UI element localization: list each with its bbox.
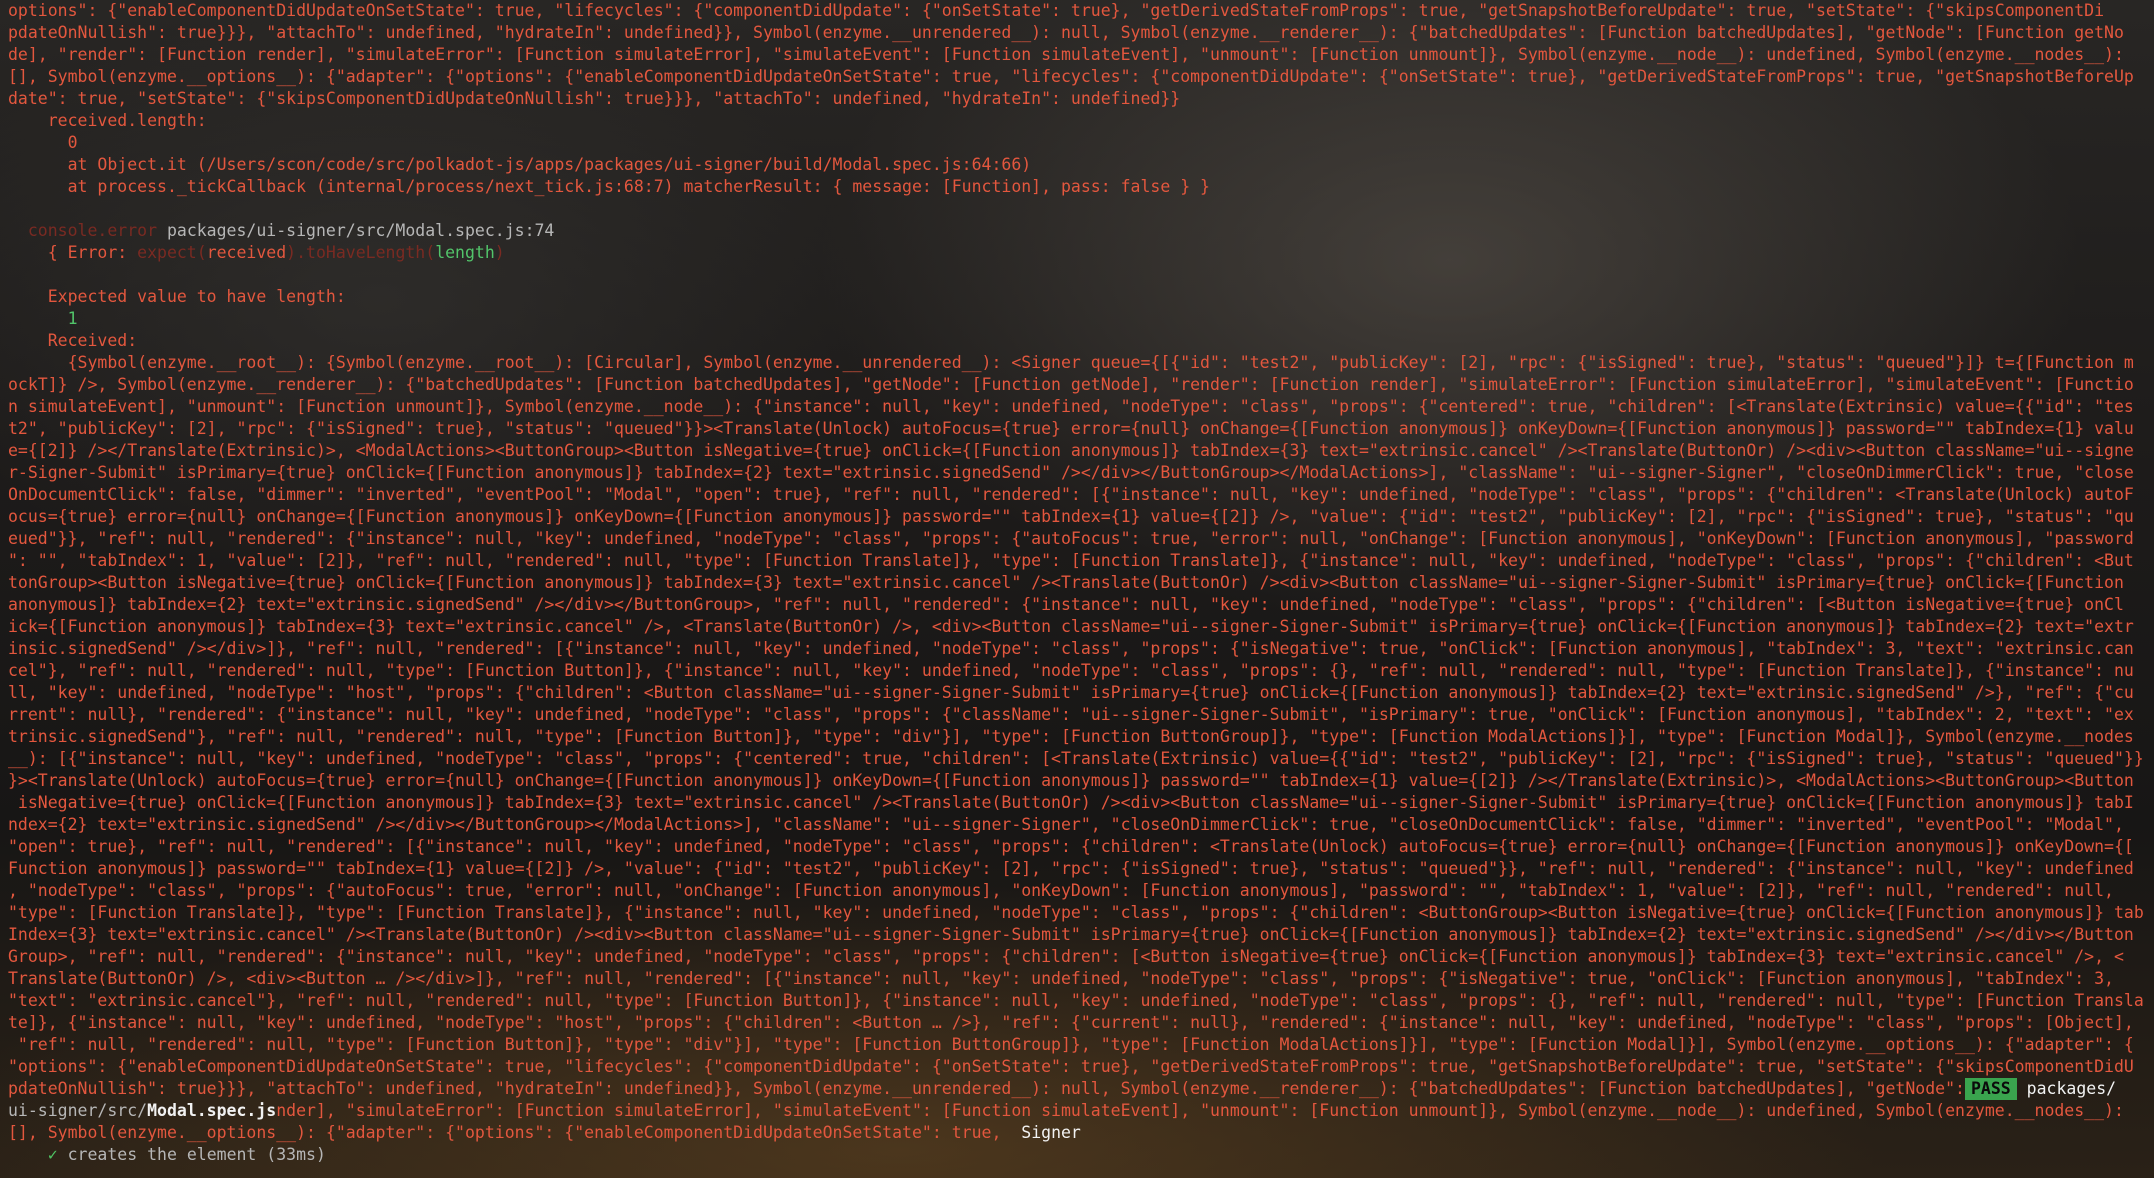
terminal-line: insic.signedSend" /></div>]}, "ref": nul… <box>8 639 2134 658</box>
terminal-line: e={[2]} /></Translate(Extrinsic)>, <Moda… <box>8 441 2134 460</box>
error-length: length <box>435 243 495 262</box>
terminal-line: de], "render": [Function render], "simul… <box>8 45 2124 64</box>
error-expect: expect( <box>137 243 207 262</box>
terminal-line: __): [{"instance": null, "key": undefine… <box>8 749 2144 768</box>
terminal-line: ": "", "tabIndex": 1, "value": [2]}, "re… <box>8 551 2134 570</box>
terminal-line: Group>, "ref": null, "rendered": {"insta… <box>8 947 2124 966</box>
test-result-line: ✓ creates the element (33ms) <box>8 1144 2146 1166</box>
received-label: Received: <box>8 331 138 350</box>
console-error-header: console.error packages/ui-signer/src/Mod… <box>8 220 2146 242</box>
terminal-line: "open": true}, "ref": null, "rendered": … <box>8 837 2134 856</box>
error-received: received <box>206 243 287 262</box>
terminal-line: te]}, {"instance": null, "key": undefine… <box>8 1013 2134 1032</box>
terminal-line: ick={[Function anonymous]} tabIndex={3} … <box>8 617 2134 636</box>
terminal-line: }><Translate(Unlock) autoFocus={true} er… <box>8 771 2134 790</box>
terminal-line: "text": "extrinsic.cancel"}, "ref": null… <box>8 991 2144 1010</box>
check-icon: ✓ <box>47 1145 58 1164</box>
terminal-line: pdateOnNullish": true}}}, "attachTo": un… <box>8 23 2124 42</box>
terminal-line: trinsic.signedSend"}, "ref": null, "rend… <box>8 727 2134 746</box>
options-line-text: [], Symbol(enzyme.__options__): {"adapte… <box>8 1123 1022 1142</box>
terminal-line: Translate(ButtonOr) />, <div><Button … /… <box>8 969 2114 988</box>
terminal-line: eued"}}, "ref": null, "rendered": {"inst… <box>8 529 2134 548</box>
error-matcher-line: { Error: expect(received).toHaveLength(l… <box>8 242 2146 264</box>
test-file-line-rest: nder], "simulateError": [Function simula… <box>276 1101 2124 1120</box>
terminal-line: anonymous]} tabIndex={2} text="extrinsic… <box>8 595 2124 614</box>
pass-line-text: pdateOnNullish": true}}}, "attachTo": un… <box>8 1079 1965 1098</box>
stack-frame-line: at Object.it (/Users/scon/code/src/polka… <box>8 155 1032 174</box>
received-length-label: received.length: <box>8 111 207 130</box>
pass-badge: PASS <box>1964 1078 2017 1100</box>
test-suite-name: Signer <box>1021 1123 1081 1142</box>
received-dump: {Symbol(enzyme.__root__): {Symbol(enzyme… <box>8 352 2146 1078</box>
terminal-line: "ref": null, "rendered": null, "type": [… <box>8 1035 2134 1054</box>
terminal-line: ndex={2} text="extrinsic.signedSend" /><… <box>8 815 2124 834</box>
error-prefix: { Error: <box>8 243 138 262</box>
error-dump-top: options": {"enableComponentDidUpdateOnSe… <box>8 0 2146 110</box>
terminal-line: , "nodeType": "class", "props": {"autoFo… <box>8 881 2114 900</box>
expected-value: 1 <box>8 309 78 328</box>
terminal-line: "type": [Function Translate]}, "type": [… <box>8 903 2144 922</box>
terminal-line: t2", "publicKey": [2], "rpc": {"isSigned… <box>8 419 2134 438</box>
expected-label: Expected value to have length: <box>8 287 346 306</box>
terminal-line: options": {"enableComponentDidUpdateOnSe… <box>8 1 2105 20</box>
terminal-line: ocus={true} error={null} onChange={[Func… <box>8 507 2134 526</box>
pass-path: packages/ <box>2016 1079 2117 1098</box>
received-length-value: 0 <box>8 133 78 152</box>
terminal-line: date": true, "setState": {"skipsComponen… <box>8 89 1181 108</box>
test-name: creates the element (33ms) <box>57 1145 326 1164</box>
terminal-line: ockT]} />, Symbol(enzyme.__renderer__): … <box>8 375 2134 394</box>
terminal-line: tonGroup><Button isNegative={true} onCli… <box>8 573 2124 592</box>
terminal-line: OnDocumentClick": false, "dimmer": "inve… <box>8 485 2134 504</box>
terminal-line: "options": {"enableComponentDidUpdateOnS… <box>8 1057 2134 1076</box>
terminal-line: rrent": null}, "rendered": {"instance": … <box>8 705 2134 724</box>
terminal-line: n simulateEvent], "unmount": [Function u… <box>8 397 2134 416</box>
terminal-line: cel"}, "ref": null, "rendered": null, "t… <box>8 661 2134 680</box>
console-error-path: packages/ui-signer/src/Modal.spec.js:74 <box>157 221 555 240</box>
options-line: [], Symbol(enzyme.__options__): {"adapte… <box>8 1122 2146 1144</box>
test-file-line: ui-signer/src/Modal.spec.jsnder], "simul… <box>8 1100 2146 1122</box>
console-error-tag: console.error <box>8 221 158 240</box>
terminal-line: [], Symbol(enzyme.__options__): {"adapte… <box>8 67 2134 86</box>
terminal-line: ll, "key": undefined, "nodeType": "host"… <box>8 683 2134 702</box>
terminal-line: Index={3} text="extrinsic.cancel" /><Tra… <box>8 925 2134 944</box>
stack-frame-line: at process._tickCallback (internal/proce… <box>8 177 1210 196</box>
error-close: ) <box>494 243 505 262</box>
test-file-name: Modal.spec.js <box>147 1101 277 1120</box>
terminal-line: r-Signer-Submit" isPrimary={true} onClic… <box>8 463 2134 482</box>
terminal-line: {Symbol(enzyme.__root__): {Symbol(enzyme… <box>8 353 2134 372</box>
test-file-dir: ui-signer/src/ <box>8 1101 148 1120</box>
pass-line: pdateOnNullish": true}}}, "attachTo": un… <box>8 1078 2146 1100</box>
terminal-output[interactable]: options": {"enableComponentDidUpdateOnSe… <box>8 0 2146 1178</box>
terminal-line: isNegative={true} onClick={[Function ano… <box>8 793 2134 812</box>
error-matcher: ).toHaveLength( <box>286 243 436 262</box>
terminal-line: Function anonymous]} password="" tabInde… <box>8 859 2134 878</box>
